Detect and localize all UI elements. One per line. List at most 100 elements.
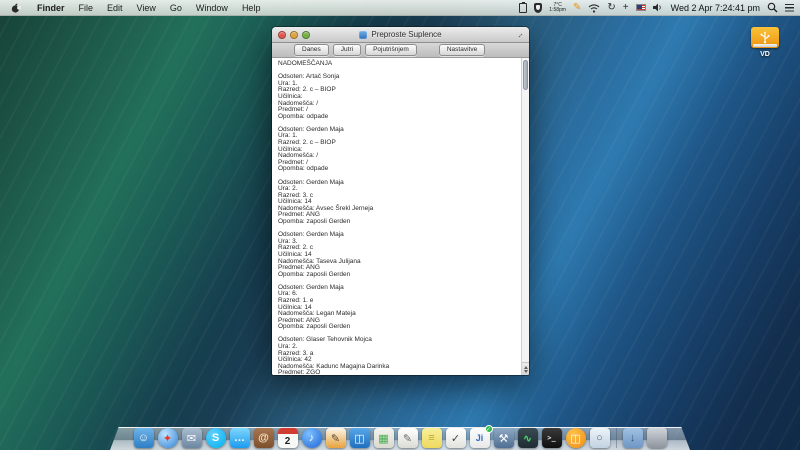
ibooks-icon: ◫ bbox=[570, 432, 580, 445]
dock-divider bbox=[616, 428, 617, 448]
itunes-icon: ♪ bbox=[309, 432, 315, 444]
vertical-scrollbar[interactable] bbox=[521, 58, 529, 375]
dock-item-textedit[interactable]: ✎ bbox=[398, 428, 418, 448]
menu-clock[interactable]: Wed 2 Apr 7:24:41 pm bbox=[671, 3, 760, 13]
menu-bar-status-area: 7°C1:58pm ✎ ↻ + Wed 2 Apr 7:24:41 pm bbox=[519, 2, 794, 14]
substitution-entry: Odsoten: Gerden MajaUra: 1.Razred: 2. c … bbox=[278, 127, 521, 173]
dock-item-pages[interactable]: ✎ bbox=[326, 428, 346, 448]
dock-item-activity-monitor[interactable]: ∿ bbox=[518, 428, 538, 448]
substitution-entry: Odsoten: Artač SonjaUra: 1.Razred: 2. c … bbox=[278, 74, 521, 120]
app-ji-icon: Ji bbox=[476, 433, 484, 443]
preview-icon: ○ bbox=[596, 432, 603, 444]
wifi-icon[interactable] bbox=[588, 2, 600, 14]
menu-bar-left: FinderFileEditViewGoWindowHelp bbox=[6, 0, 267, 16]
dock-item-safari[interactable]: ✦ bbox=[158, 428, 178, 448]
keynote-icon: ◫ bbox=[354, 432, 364, 445]
apple-menu-icon[interactable] bbox=[10, 2, 22, 14]
substitution-entry: Odsoten: Gerden MajaUra: 2.Razred: 3. cU… bbox=[278, 180, 521, 226]
dock-item-reminders[interactable]: ✓ bbox=[446, 428, 466, 448]
stickies-icon: ≡ bbox=[428, 432, 434, 444]
menu-item-window[interactable]: Window bbox=[189, 3, 235, 13]
dock-item-finder[interactable]: ☺ bbox=[134, 428, 154, 448]
safari-icon: ✦ bbox=[163, 432, 172, 445]
dock-item-calendar[interactable]: 2 bbox=[278, 428, 298, 448]
dock-icons: ☺✦✉S…@2♪✎◫▦✎≡✓Ji✓⚒∿>_◫○↓ bbox=[0, 428, 800, 448]
usb-drive-icon bbox=[751, 27, 779, 48]
dock-item-downloads-folder[interactable]: ↓ bbox=[623, 428, 643, 448]
toolbar-button-danes[interactable]: Danes bbox=[294, 44, 329, 56]
dock-item-ibooks[interactable]: ◫ bbox=[566, 428, 586, 448]
substitutions-content: NADOMEŠČANJA Odsoten: Artač SonjaUra: 1.… bbox=[272, 58, 521, 375]
toolbar-button-jutri[interactable]: Jutri bbox=[333, 44, 361, 56]
textedit-icon: ✎ bbox=[403, 432, 412, 445]
us-flag-icon[interactable] bbox=[636, 2, 646, 14]
menu-item-edit[interactable]: Edit bbox=[100, 3, 130, 13]
dock-item-contacts[interactable]: @ bbox=[254, 428, 274, 448]
window-app-icon bbox=[359, 31, 367, 39]
dock-item-xcode[interactable]: ⚒ bbox=[494, 428, 514, 448]
menu-items: FinderFileEditViewGoWindowHelp bbox=[30, 0, 267, 16]
dock-item-trash[interactable] bbox=[647, 428, 667, 448]
toolbar-button-nastavitve[interactable]: Nastavitve bbox=[439, 44, 485, 56]
window-body: NADOMEŠČANJA Odsoten: Artač SonjaUra: 1.… bbox=[272, 58, 529, 375]
menu-item-finder[interactable]: Finder bbox=[30, 3, 72, 13]
downloads-folder-icon: ↓ bbox=[630, 432, 636, 444]
calendar-day: 2 bbox=[285, 436, 291, 447]
scrollbar-thumb[interactable] bbox=[523, 60, 528, 90]
notification-center-icon[interactable] bbox=[785, 2, 794, 14]
contacts-icon: @ bbox=[258, 432, 269, 444]
activity-monitor-icon: ∿ bbox=[523, 432, 532, 445]
xcode-icon: ⚒ bbox=[499, 432, 509, 445]
volume-icon[interactable] bbox=[653, 2, 664, 14]
usb-drive-desktop-icon[interactable]: VD bbox=[748, 27, 782, 58]
fullscreen-icon[interactable]: ↔ bbox=[514, 29, 527, 42]
pencil-icon[interactable]: ✎ bbox=[573, 2, 581, 14]
close-button[interactable] bbox=[278, 31, 286, 39]
window-controls bbox=[278, 31, 310, 39]
substitution-entry: Odsoten: Gerden MajaUra: 6.Razred: 1. eU… bbox=[278, 285, 521, 331]
dock-item-itunes[interactable]: ♪ bbox=[302, 428, 322, 448]
skype-icon: S bbox=[212, 432, 219, 444]
dock-item-keynote[interactable]: ◫ bbox=[350, 428, 370, 448]
dock-item-skype[interactable]: S bbox=[206, 428, 226, 448]
dock-item-app-ji[interactable]: Ji✓ bbox=[470, 428, 490, 448]
window-toolbar: Danes Jutri Pojutrišnjem Nastavitve bbox=[272, 43, 529, 58]
mail-icon: ✉ bbox=[187, 432, 196, 445]
messages-icon: … bbox=[234, 432, 245, 444]
suplence-list: Odsoten: Artač SonjaUra: 1.Razred: 2. c … bbox=[278, 74, 521, 375]
scrollbar-arrows[interactable] bbox=[522, 362, 529, 375]
scroll-down-icon[interactable] bbox=[524, 370, 528, 373]
substitution-entry: Odsoten: Glaser Tehovnik MojcaUra: 2.Raz… bbox=[278, 337, 521, 375]
window-title-bar[interactable]: Preproste Suplence ↔ bbox=[272, 27, 529, 43]
menu-item-file[interactable]: File bbox=[72, 3, 101, 13]
dock-item-preview[interactable]: ○ bbox=[590, 428, 610, 448]
minimize-button[interactable] bbox=[290, 31, 298, 39]
dock-item-mail[interactable]: ✉ bbox=[182, 428, 202, 448]
dock-item-numbers[interactable]: ▦ bbox=[374, 428, 394, 448]
app-window: Preproste Suplence ↔ Danes Jutri Pojutrišn… bbox=[272, 27, 529, 375]
reminders-icon: ✓ bbox=[451, 432, 460, 445]
menu-bar: FinderFileEditViewGoWindowHelp 7°C1:58pm… bbox=[0, 0, 800, 16]
time-machine-icon[interactable]: ↻ bbox=[607, 2, 615, 14]
toolbar-button-pojutrisnjem[interactable]: Pojutrišnjem bbox=[365, 44, 417, 56]
plus-icon[interactable]: + bbox=[623, 2, 629, 14]
finder-icon: ☺ bbox=[138, 432, 149, 444]
scroll-up-icon[interactable] bbox=[524, 366, 528, 369]
update-badge: ✓ bbox=[485, 425, 493, 433]
zoom-button[interactable] bbox=[302, 31, 310, 39]
clipboard-icon[interactable] bbox=[519, 2, 527, 14]
menu-item-view[interactable]: View bbox=[130, 3, 163, 13]
weather-menu-extra[interactable]: 7°C1:58pm bbox=[549, 2, 566, 14]
dock-item-messages[interactable]: … bbox=[230, 428, 250, 448]
dock-item-terminal[interactable]: >_ bbox=[542, 428, 562, 448]
menu-item-go[interactable]: Go bbox=[163, 3, 189, 13]
page-title: NADOMEŠČANJA bbox=[278, 61, 521, 68]
spotlight-icon[interactable] bbox=[767, 2, 778, 14]
substitution-entry: Odsoten: Gerden MajaUra: 3.Razred: 2. cU… bbox=[278, 232, 521, 278]
terminal-icon: >_ bbox=[547, 434, 555, 442]
numbers-icon: ▦ bbox=[378, 432, 388, 445]
usb-drive-label: VD bbox=[748, 51, 782, 58]
menu-item-help[interactable]: Help bbox=[235, 3, 268, 13]
shield-icon[interactable] bbox=[534, 2, 542, 14]
dock-item-stickies[interactable]: ≡ bbox=[422, 428, 442, 448]
